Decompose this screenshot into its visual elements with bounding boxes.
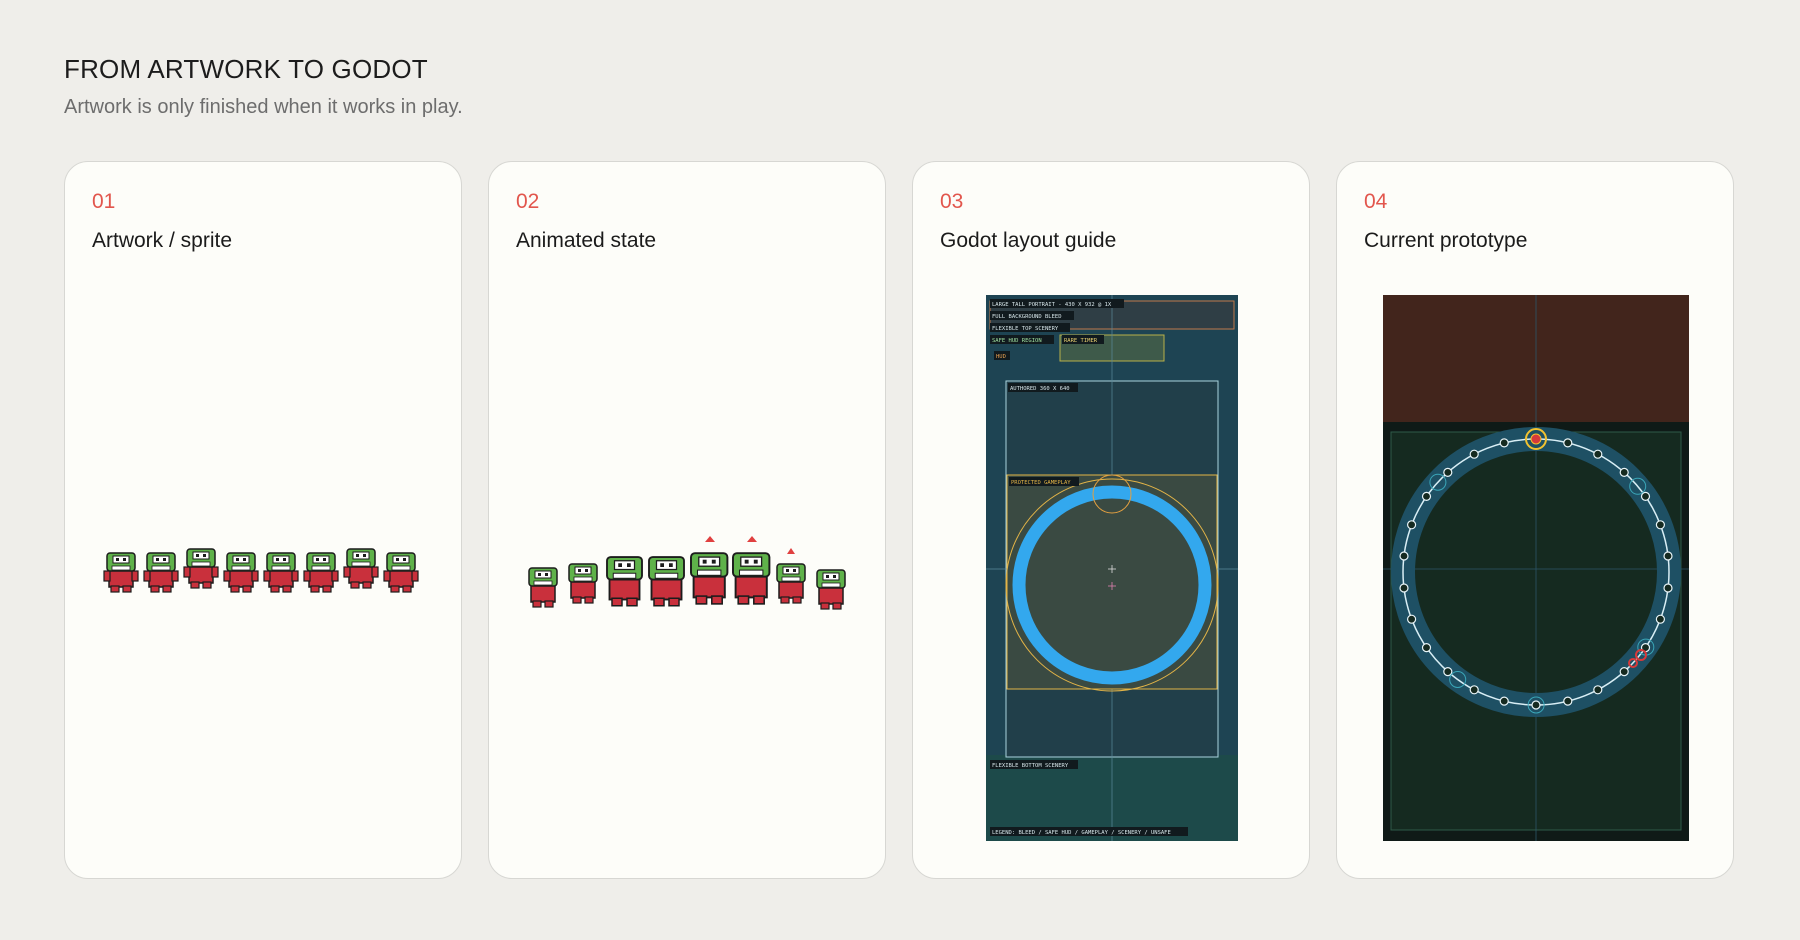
ring-node <box>1399 583 1409 593</box>
guide-label-hud: HUD <box>996 354 1006 360</box>
ring-node <box>1655 520 1665 530</box>
card-number: 04 <box>1364 190 1388 213</box>
card-number: 02 <box>516 190 540 213</box>
card-label: Godot layout guide <box>940 229 1117 252</box>
card-godot-layout-guide: 03 Godot layout guide LARGE TALL PORTRAI… <box>912 161 1310 879</box>
ring-node <box>1619 467 1629 477</box>
card-animated-state: 02 Animated state <box>488 161 886 879</box>
guide-label-top-scenery: FLEXIBLE TOP SCENERY <box>992 326 1059 332</box>
frog-animation-frames <box>528 536 846 610</box>
guide-label-bleed: FULL BACKGROUND BLEED <box>992 314 1062 320</box>
ring-node <box>1640 491 1651 501</box>
ring-node <box>1563 438 1573 448</box>
layout-guide-image: LARGE TALL PORTRAIT - 430 X 932 @ 1X FUL… <box>986 295 1238 841</box>
ring-node <box>1407 614 1417 624</box>
ring-node <box>1619 667 1629 677</box>
ring-node <box>1443 467 1453 477</box>
ring-node <box>1407 520 1417 530</box>
ring-node <box>1563 696 1573 706</box>
page-subtitle: Artwork is only finished when it works i… <box>64 96 463 118</box>
ring-node <box>1421 491 1432 501</box>
guide-label-bottom-scenery: FLEXIBLE BOTTOM SCENERY <box>992 763 1069 769</box>
guide-label-authored: AUTHORED 360 X 640 <box>1010 386 1070 392</box>
layout-guide-diagram: LARGE TALL PORTRAIT - 430 X 932 @ 1X FUL… <box>986 295 1238 841</box>
ring-node <box>1469 685 1479 695</box>
ring-node <box>1443 667 1453 677</box>
card-label: Current prototype <box>1364 229 1528 252</box>
prototype-game-view <box>1383 295 1689 841</box>
page-title: FROM ARTWORK TO GODOT <box>64 54 428 84</box>
ring-node <box>1421 643 1432 653</box>
guide-label-legend: LEGEND: BLEED / SAFE HUD / GAMEPLAY / SC… <box>992 830 1171 836</box>
animation-frames-row <box>525 534 855 610</box>
guide-label-safe-hud: SAFE HUD REGION <box>992 338 1042 344</box>
guide-label-portrait: LARGE TALL PORTRAIT - 430 X 932 @ 1X <box>992 302 1112 308</box>
card-number: 01 <box>92 190 116 213</box>
card-number: 03 <box>940 190 964 213</box>
sprite-sheet-row <box>99 537 429 607</box>
card-artwork-sprite: 01 Artwork / sprite <box>64 161 462 879</box>
ring-node <box>1593 449 1603 459</box>
ring-node <box>1655 614 1665 624</box>
ring-node <box>1531 700 1541 710</box>
prototype-screenshot <box>1383 295 1689 841</box>
ring-node <box>1399 551 1409 561</box>
ring-node <box>1663 551 1673 561</box>
ring-node <box>1469 449 1479 459</box>
ring-node <box>1663 583 1673 593</box>
marker-player-core <box>1530 433 1542 445</box>
card-current-prototype: 04 Current prototype <box>1336 161 1734 879</box>
frog-sprite-frames <box>103 548 419 593</box>
guide-label-protected: PROTECTED GAMEPLAY <box>1011 480 1071 486</box>
guide-label-rare-timer: RARE TIMER <box>1064 338 1098 344</box>
card-label: Animated state <box>516 229 657 252</box>
ring-node <box>1499 438 1509 448</box>
ring-node <box>1499 696 1509 706</box>
ring-node <box>1593 685 1603 695</box>
card-label: Artwork / sprite <box>92 229 233 252</box>
